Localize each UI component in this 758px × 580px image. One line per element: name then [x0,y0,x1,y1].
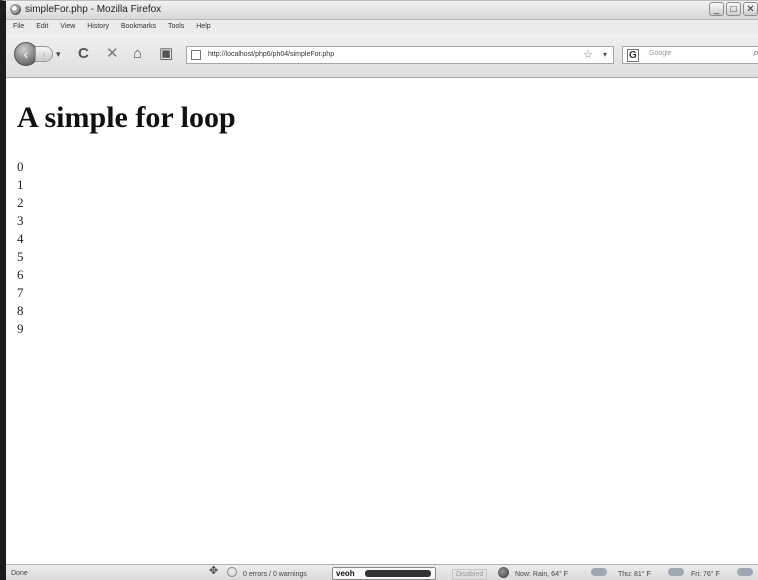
cloud-icon [591,568,607,576]
close-button[interactable]: ✕ [743,2,758,16]
search-input[interactable]: G Google [622,46,758,64]
list-item: 4 [17,231,24,246]
maximize-button[interactable]: □ [726,2,741,16]
menu-file[interactable]: File [13,23,24,30]
title-bar: simpleFor.php - Mozilla Firefox _ □ ✕ [6,1,758,20]
weather-globe-icon[interactable] [498,567,509,578]
star-icon[interactable]: ☆ [583,48,593,61]
search-placeholder: Google [649,50,672,57]
url-dropdown-icon[interactable]: ▾ [603,50,607,59]
stop-icon[interactable]: ✕ [106,45,119,63]
weather-thursday-text[interactable]: Thu: 81° F [618,569,651,580]
menu-tools[interactable]: Tools [168,23,184,30]
list-item: 2 [17,195,24,210]
list-item: 3 [17,213,24,228]
list-item: 6 [17,267,24,282]
list-item: 7 [17,285,24,300]
validator-icon[interactable] [227,567,237,577]
firefox-icon [10,4,21,15]
list-item: 5 [17,249,24,264]
window-controls: _ □ ✕ [707,2,758,18]
forward-button[interactable]: › [35,46,53,62]
status-bar: Done ✥ 0 errors / 0 warnings veoh Disabl… [6,564,758,580]
site-icon [191,50,201,60]
addon-puzzle-icon[interactable]: ✥ [209,566,218,577]
menu-bar: File Edit View History Bookmarks Tools H… [6,20,758,34]
errors-warnings-text[interactable]: 0 errors / 0 warnings [243,569,307,580]
reload-icon[interactable]: C [78,45,89,63]
veoh-label: veoh [336,569,355,578]
status-text: Done [11,570,28,577]
menu-view[interactable]: View [60,23,75,30]
navigation-toolbar: ‹ › ▾ C ✕ ⌂ ▣ http://localhost/php6/ph04… [6,34,758,78]
weather-friday-text[interactable]: Fri: 76° F [691,569,720,580]
weather-now-text[interactable]: Now: Rain, 64° F [515,569,568,580]
list-item: 9 [17,321,24,336]
google-icon[interactable]: G [627,49,639,62]
window-title: simpleFor.php - Mozilla Firefox [25,4,162,15]
url-bar[interactable]: http://localhost/php6/ph04/simpleFor.php… [186,46,614,64]
history-dropdown-icon[interactable]: ▾ [56,49,61,60]
menu-edit[interactable]: Edit [36,23,48,30]
menu-history[interactable]: History [87,23,109,30]
cloud-icon [668,568,684,576]
list-item: 0 [17,159,24,174]
browser-window: simpleFor.php - Mozilla Firefox _ □ ✕ Fi… [0,0,758,580]
menu-help[interactable]: Help [196,23,210,30]
veoh-progress-bar [365,570,431,577]
page-content: A simple for loop 0 1 2 3 4 5 6 7 8 9 [6,78,758,564]
home-icon[interactable]: ⌂ [133,45,142,63]
cloud-icon [737,568,753,576]
url-text[interactable]: http://localhost/php6/ph04/simpleFor.php [208,49,334,61]
veoh-widget[interactable]: veoh [332,567,436,580]
page-title: A simple for loop [17,101,236,134]
number-list: 0 1 2 3 4 5 6 7 8 9 [17,158,24,338]
menu-bookmarks[interactable]: Bookmarks [121,23,156,30]
list-item: 1 [17,177,24,192]
search-icon[interactable]: ⌕ [753,47,758,60]
list-item: 8 [17,303,24,318]
bookmark-page-icon[interactable]: ▣ [159,45,173,63]
disabled-badge[interactable]: Disabled [452,569,488,580]
minimize-button[interactable]: _ [709,2,724,16]
